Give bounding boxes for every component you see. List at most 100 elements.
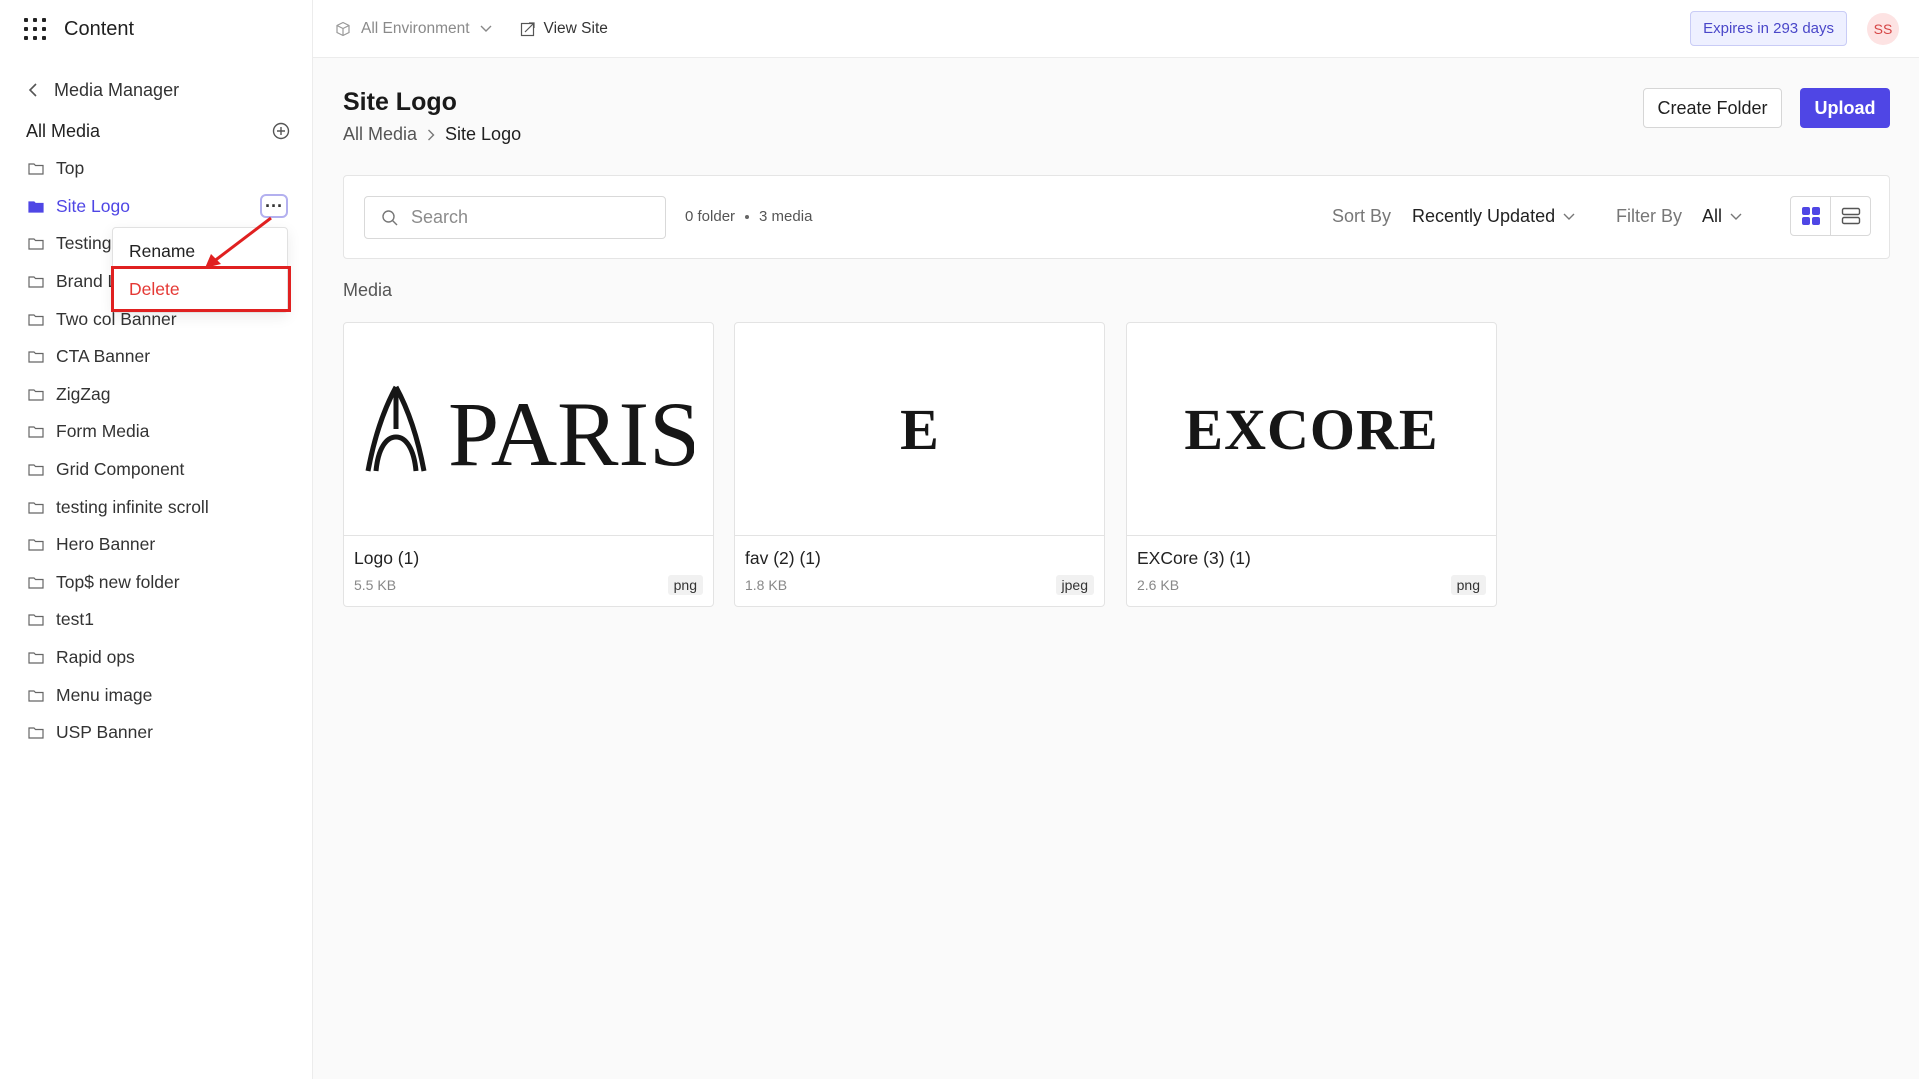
breadcrumb-all-media[interactable]: All Media bbox=[343, 124, 417, 145]
folder-icon bbox=[28, 389, 44, 401]
apps-grid-icon[interactable] bbox=[24, 18, 46, 40]
folder-count: 0 folder bbox=[685, 208, 736, 225]
media-thumbnail[interactable]: E bbox=[735, 323, 1104, 536]
media-name: fav (2) (1) bbox=[745, 548, 821, 568]
folder-icon bbox=[28, 652, 44, 664]
upload-button[interactable]: Upload bbox=[1800, 88, 1890, 128]
page-title: Site Logo bbox=[343, 88, 457, 116]
folder-label: Menu image bbox=[56, 684, 153, 705]
sidebar-folder-item[interactable]: Menu image bbox=[0, 676, 312, 714]
media-size: 5.5 KB bbox=[354, 577, 397, 593]
app-title: Content bbox=[64, 17, 135, 40]
sidebar-folder-item[interactable]: Top$ new folder bbox=[0, 564, 312, 602]
view-site-link[interactable]: View Site bbox=[520, 20, 608, 38]
list-view-icon bbox=[1841, 207, 1860, 225]
folder-icon bbox=[28, 614, 44, 627]
grid-view-button[interactable] bbox=[1791, 197, 1831, 235]
folder-icon bbox=[28, 314, 44, 326]
media-type-badge: png bbox=[667, 575, 703, 595]
chevron-down-icon bbox=[1730, 213, 1742, 220]
section-label-media: Media bbox=[343, 280, 393, 300]
folder-label: Form Media bbox=[56, 421, 150, 442]
sidebar-folder-item[interactable]: Grid Component bbox=[0, 451, 312, 489]
media-count: 3 media bbox=[759, 208, 813, 225]
environment-selector[interactable]: All Environment bbox=[335, 20, 492, 38]
all-media-label: All Media bbox=[26, 120, 101, 141]
media-card[interactable]: EXCORE EXCore (3) (1) 2.6 KB png bbox=[1126, 322, 1497, 607]
menu-item-delete[interactable]: Delete bbox=[113, 270, 287, 308]
folder-open-icon bbox=[28, 201, 44, 213]
folder-icon bbox=[28, 539, 44, 551]
folder-label: Site Logo bbox=[56, 195, 130, 216]
sort-dropdown[interactable]: Recently Updated bbox=[1412, 206, 1575, 227]
folder-icon bbox=[28, 238, 44, 251]
media-toolbar: 0 folder 3 media Sort By Recently Update… bbox=[343, 175, 1890, 259]
folder-icon bbox=[28, 727, 44, 739]
folder-label: USP Banner bbox=[56, 722, 153, 743]
sidebar-folder-item[interactable]: USP Banner bbox=[0, 714, 312, 752]
folder-label: CTA Banner bbox=[56, 346, 151, 367]
media-thumbnail[interactable]: PARIS bbox=[344, 323, 713, 536]
folder-label: Top bbox=[56, 158, 85, 179]
folder-label: ZigZag bbox=[56, 383, 111, 404]
sidebar-folder-item[interactable]: test1 bbox=[0, 601, 312, 639]
filter-value: All bbox=[1702, 206, 1723, 226]
sort-value: Recently Updated bbox=[1412, 206, 1556, 226]
sidebar-folder-item[interactable]: Hero Banner bbox=[0, 526, 312, 564]
paris-logo-image: PARIS bbox=[365, 383, 694, 479]
sidebar-folder-item[interactable]: CTA Banner bbox=[0, 338, 312, 376]
search-box[interactable] bbox=[364, 196, 666, 239]
sidebar: Content Media Manager All Media Top Site … bbox=[0, 0, 313, 1079]
sidebar-folder-item[interactable]: testing infinite scroll bbox=[0, 488, 312, 526]
folder-label: Hero Banner bbox=[56, 534, 156, 555]
breadcrumb-current: Site Logo bbox=[445, 124, 522, 144]
folder-label: test1 bbox=[56, 609, 94, 630]
annotation-arrow-icon bbox=[205, 216, 272, 268]
media-card[interactable]: E fav (2) (1) 1.8 KB jpeg bbox=[734, 322, 1105, 607]
media-card[interactable]: PARIS Logo (1) 5.5 KB png bbox=[343, 322, 714, 607]
folder-label: Grid Component bbox=[56, 459, 185, 480]
avatar[interactable]: SS bbox=[1867, 13, 1899, 45]
media-type-badge: jpeg bbox=[1055, 575, 1094, 595]
sort-label: Sort By bbox=[1332, 206, 1392, 226]
folder-icon bbox=[28, 276, 44, 288]
paris-logo-text: PARIS bbox=[448, 383, 694, 479]
cube-icon bbox=[336, 21, 350, 36]
media-size: 2.6 KB bbox=[1137, 577, 1180, 593]
folder-icon bbox=[28, 351, 44, 363]
sidebar-header: Content bbox=[0, 0, 312, 58]
search-icon bbox=[382, 209, 398, 225]
sidebar-folder-item[interactable]: Top bbox=[0, 150, 312, 188]
folder-icon bbox=[28, 577, 44, 589]
folder-label: testing infinite scroll bbox=[56, 496, 209, 517]
list-view-button[interactable] bbox=[1831, 197, 1870, 235]
sidebar-folder-item[interactable]: Form Media bbox=[0, 413, 312, 451]
add-circle-icon[interactable] bbox=[272, 122, 290, 140]
sidebar-all-media[interactable]: All Media bbox=[0, 116, 312, 146]
sidebar-folder-item[interactable]: Rapid ops bbox=[0, 639, 312, 677]
environment-label: All Environment bbox=[361, 19, 470, 37]
folder-label: Testing bbox=[56, 233, 112, 254]
media-size: 1.8 KB bbox=[745, 577, 788, 593]
folder-icon bbox=[28, 426, 44, 439]
view-toggle bbox=[1790, 196, 1871, 236]
folder-icon bbox=[28, 464, 44, 476]
external-link-icon bbox=[520, 21, 535, 36]
media-name: Logo (1) bbox=[354, 548, 420, 568]
chevron-down-icon bbox=[480, 25, 492, 32]
create-folder-button[interactable]: Create Folder bbox=[1643, 88, 1782, 128]
search-input[interactable] bbox=[411, 207, 651, 228]
sidebar-folder-item[interactable]: ZigZag bbox=[0, 376, 312, 414]
folder-icon bbox=[28, 502, 44, 514]
separator-dot bbox=[745, 214, 750, 219]
back-to-media-manager[interactable]: Media Manager bbox=[0, 76, 312, 104]
grid-view-icon bbox=[1801, 207, 1820, 225]
folder-label: Rapid ops bbox=[56, 647, 135, 668]
back-label: Media Manager bbox=[54, 79, 180, 100]
media-thumbnail[interactable]: EXCORE bbox=[1127, 323, 1496, 536]
filter-dropdown[interactable]: All bbox=[1702, 206, 1742, 227]
excore-logo-image: EXCORE bbox=[1184, 396, 1439, 462]
folder-icon bbox=[28, 690, 44, 702]
folder-icon bbox=[28, 163, 44, 175]
expires-badge[interactable]: Expires in 293 days bbox=[1690, 11, 1847, 46]
